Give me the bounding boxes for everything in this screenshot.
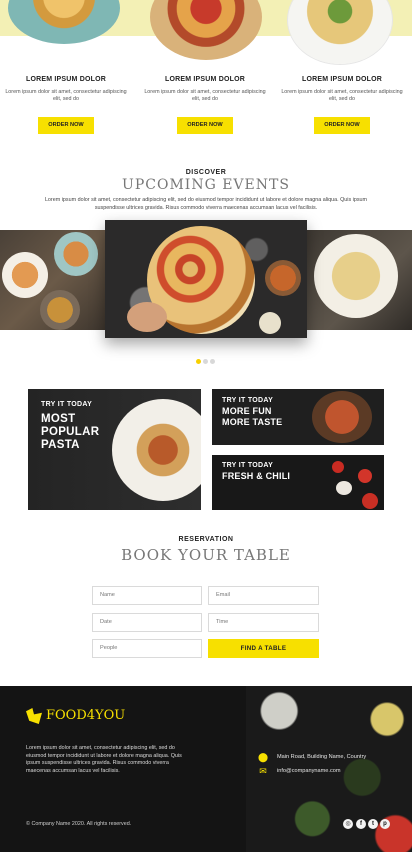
events-kicker: DISCOVER (185, 169, 227, 176)
promo-headline: MOST (41, 413, 76, 425)
footer-address: Main Road, Building Name, Country (277, 754, 367, 760)
promo-headline: POPULAR (41, 426, 100, 438)
product-description: Lorem ipsum dolor sit amet, consectetur … (281, 89, 403, 102)
promo-headline: MORE TASTE (222, 417, 283, 427)
order-now-button[interactable]: ORDER NOW (38, 117, 94, 134)
promo-kicker: TRY IT TODAY (222, 462, 274, 469)
slider-dot[interactable] (196, 359, 201, 364)
order-now-button[interactable]: ORDER NOW (314, 117, 370, 134)
promo-kicker: TRY IT TODAY (222, 397, 274, 404)
pasta-plate-image (112, 399, 201, 501)
product-card: LOREM IPSUM DOLOR Lorem ipsum dolor sit … (277, 76, 407, 134)
dish-image (312, 391, 372, 443)
mail-icon: ✉ (259, 766, 267, 776)
footer-description: Lorem ipsum dolor sit amet, consectetur … (26, 745, 182, 774)
slider-dot[interactable] (203, 359, 208, 364)
promo-card-fun[interactable]: TRY IT TODAY MORE FUN MORE TASTE (212, 389, 384, 445)
facebook-icon[interactable]: f (356, 819, 366, 829)
hand-image (127, 302, 167, 332)
location-pin-icon: ⬤ (257, 752, 269, 762)
product-card: LOREM IPSUM DOLOR Lorem ipsum dolor sit … (1, 76, 131, 134)
slide-image-left[interactable] (0, 230, 112, 330)
date-field[interactable]: Date (92, 613, 202, 632)
reservation-kicker: RESERVATION (178, 536, 234, 543)
email-field[interactable]: Email (208, 586, 319, 605)
slide-image-right[interactable] (300, 230, 412, 330)
product-card: LOREM IPSUM DOLOR Lorem ipsum dolor sit … (140, 76, 270, 134)
dish-image-pasta (8, 0, 120, 44)
name-field[interactable]: Name (92, 586, 202, 605)
time-field[interactable]: Time (208, 613, 319, 632)
reservation-title: BOOK YOUR TABLE (121, 546, 291, 564)
product-title: LOREM IPSUM DOLOR (25, 76, 106, 83)
slide-image-main[interactable] (105, 220, 307, 338)
promo-card-chili[interactable]: TRY IT TODAY FRESH & CHILI (212, 455, 384, 510)
product-title: LOREM IPSUM DOLOR (164, 76, 245, 83)
promo-headline: MORE FUN (222, 406, 272, 416)
product-description: Lorem ipsum dolor sit amet, consectetur … (144, 89, 266, 102)
slider-dots (196, 351, 217, 369)
slider-dot[interactable] (210, 359, 215, 364)
product-description: Lorem ipsum dolor sit amet, consectetur … (5, 89, 127, 102)
events-title: UPCOMING EVENTS (122, 177, 290, 193)
promo-headline: FRESH & CHILI (222, 471, 291, 481)
events-description: Lorem ipsum dolor sit amet, consectetur … (44, 197, 368, 211)
people-field[interactable]: People (92, 639, 202, 658)
promo-kicker: TRY IT TODAY (41, 401, 93, 408)
order-now-button[interactable]: ORDER NOW (177, 117, 233, 134)
copyright-text: © Company Name 2020. All rights reserved… (26, 821, 132, 827)
footer: FOOD4YOU Lorem ipsum dolor sit amet, con… (0, 686, 412, 852)
footer-email[interactable]: info@companyname.com (277, 768, 341, 774)
promo-card-pasta[interactable]: TRY IT TODAY MOST POPULAR PASTA (28, 389, 201, 510)
product-title: LOREM IPSUM DOLOR (301, 76, 382, 83)
instagram-icon[interactable]: ◎ (343, 819, 353, 829)
dish-image-pizza (150, 0, 262, 60)
dish-image-salad (288, 0, 392, 64)
find-table-button[interactable]: FIND A TABLE (208, 639, 319, 658)
promo-headline: PASTA (41, 439, 80, 451)
pasta-logo-icon (26, 708, 42, 724)
brand-name: FOOD4YOU (46, 708, 126, 723)
twitter-icon[interactable]: t (368, 819, 378, 829)
pinterest-icon[interactable]: p (380, 819, 390, 829)
